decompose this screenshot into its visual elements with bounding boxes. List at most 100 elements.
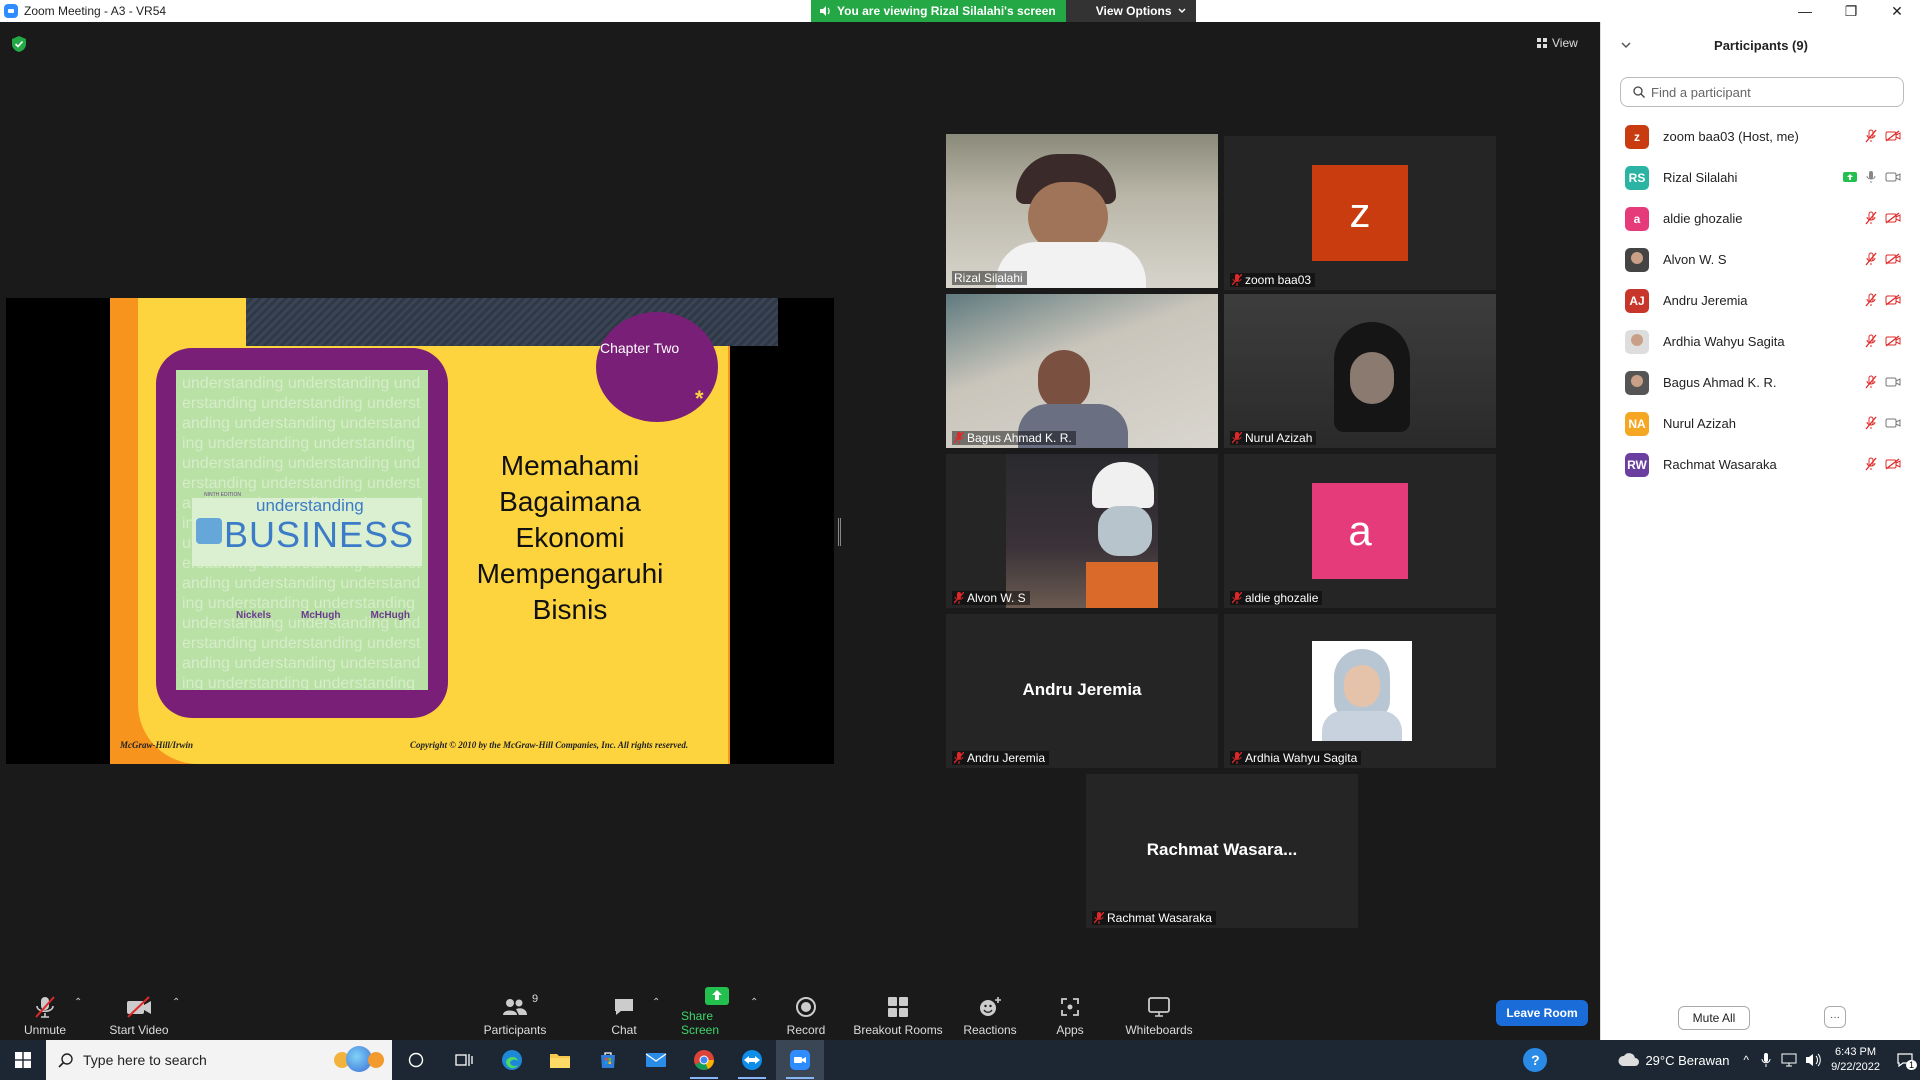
more-options-button[interactable]: ··· (1824, 1006, 1846, 1028)
volume-icon[interactable] (1805, 1053, 1821, 1067)
tile-name-label: Rachmat Wasaraka (1092, 911, 1216, 925)
mic-muted-icon[interactable] (1865, 416, 1877, 430)
chevron-up-icon[interactable]: ^ (1743, 1053, 1749, 1067)
mic-muted-icon[interactable] (1865, 457, 1877, 471)
video-tile[interactable]: a aldie ghozalie (1224, 454, 1496, 608)
panel-footer: Mute All ··· (1601, 1000, 1920, 1040)
minimize-button[interactable]: — (1782, 0, 1828, 22)
mic-muted-icon[interactable] (1865, 211, 1877, 225)
security-shield-icon[interactable] (12, 36, 26, 52)
weather-text[interactable]: 29°C Berawan (1645, 1053, 1729, 1068)
file-explorer-icon[interactable] (536, 1040, 584, 1080)
video-tile[interactable]: Andru Jeremia Andru Jeremia (946, 614, 1218, 768)
help-icon[interactable]: ? (1523, 1048, 1548, 1072)
mic-muted-icon[interactable] (1865, 293, 1877, 307)
window-title: Zoom Meeting - A3 - VR54 (24, 4, 167, 18)
edge-browser-icon[interactable] (488, 1040, 536, 1080)
video-icon[interactable] (1885, 376, 1901, 388)
mic-muted-icon[interactable] (1865, 252, 1877, 266)
network-icon[interactable] (1781, 1053, 1797, 1067)
video-tile[interactable]: Rachmat Wasara... Rachmat Wasaraka (1086, 774, 1358, 928)
unmute-button[interactable]: Unmute (22, 991, 68, 1037)
participant-row[interactable]: a aldie ghozalie (1601, 198, 1920, 239)
mic-muted-icon[interactable] (1865, 375, 1877, 389)
book-authors: Nickels McHugh McHugh (236, 610, 410, 621)
widgets-icon[interactable] (440, 1040, 488, 1080)
participant-row[interactable]: z zoom baa03 (Host, me) (1601, 116, 1920, 157)
participant-avatar: AJ (1625, 288, 1649, 313)
mic-muted-icon[interactable] (1865, 334, 1877, 348)
breakout-rooms-button[interactable]: Breakout Rooms (852, 991, 944, 1037)
chrome-icon[interactable] (680, 1040, 728, 1080)
audio-options-caret[interactable]: ⌃ (74, 997, 82, 1008)
reactions-icon (980, 997, 1001, 1016)
apps-button[interactable]: Apps (1054, 991, 1086, 1037)
video-off-icon[interactable] (1885, 212, 1901, 224)
video-icon[interactable] (1885, 417, 1901, 429)
participant-row[interactable]: Alvon W. S (1601, 239, 1920, 280)
participant-row[interactable]: RS Rizal Silalahi (1601, 157, 1920, 198)
microphone-tray-icon[interactable] (1761, 1052, 1771, 1068)
participant-video (946, 294, 1218, 448)
participant-status-icons (1865, 293, 1901, 307)
tile-name-label: Alvon W. S (952, 591, 1030, 605)
slide-chapter: Chapter Two (600, 340, 680, 356)
video-off-icon[interactable] (1885, 253, 1901, 265)
microsoft-store-icon[interactable] (584, 1040, 632, 1080)
grid-view-icon (1537, 38, 1547, 48)
book-author: McHugh (301, 610, 341, 621)
video-options-caret[interactable]: ⌃ (172, 997, 180, 1008)
view-options-button[interactable]: View Options (1065, 0, 1196, 22)
video-icon[interactable] (1885, 171, 1901, 183)
video-off-icon[interactable] (1885, 294, 1901, 306)
reactions-button[interactable]: Reactions (962, 991, 1018, 1037)
close-button[interactable]: ✕ (1874, 0, 1920, 22)
video-tile[interactable]: Rizal Silalahi (946, 134, 1218, 288)
split-divider-handle[interactable] (838, 518, 841, 546)
video-tile[interactable]: Ardhia Wahyu Sagita (1224, 614, 1496, 768)
video-tile[interactable]: Nurul Azizah (1224, 294, 1496, 448)
leave-room-button[interactable]: Leave Room (1496, 1000, 1588, 1026)
start-video-button[interactable]: Start Video (106, 991, 172, 1037)
teamviewer-icon[interactable] (728, 1040, 776, 1080)
video-tile[interactable]: Alvon W. S (946, 454, 1218, 608)
participant-row[interactable]: Ardhia Wahyu Sagita (1601, 321, 1920, 362)
participant-row[interactable]: NA Nurul Azizah (1601, 403, 1920, 444)
participant-row[interactable]: RW Rachmat Wasaraka (1601, 444, 1920, 485)
participants-count: 9 (532, 993, 539, 1005)
mail-icon[interactable] (632, 1040, 680, 1080)
task-view-icon[interactable] (392, 1040, 440, 1080)
participant-row[interactable]: AJ Andru Jeremia (1601, 280, 1920, 321)
view-button[interactable]: View (1537, 32, 1578, 54)
clock[interactable]: 6:43 PM 9/22/2022 (1831, 1045, 1880, 1075)
participants-button[interactable]: 9 Participants (480, 991, 550, 1037)
chat-button[interactable]: Chat (608, 991, 640, 1037)
slide-heading: Memahami Bagaimana Ekonomi Mempengaruhi … (476, 450, 664, 625)
chat-options-caret[interactable]: ⌃ (652, 997, 660, 1008)
whiteboards-button[interactable]: Whiteboards (1124, 991, 1194, 1037)
cloud-weather-icon (1618, 1053, 1640, 1066)
video-tile[interactable]: z zoom baa03 (1224, 136, 1496, 290)
start-button[interactable] (0, 1040, 46, 1080)
mute-all-button[interactable]: Mute All (1678, 1006, 1750, 1030)
video-tile[interactable]: Bagus Ahmad K. R. (946, 294, 1218, 448)
video-off-icon[interactable] (1885, 458, 1901, 470)
video-off-icon[interactable] (1885, 130, 1901, 142)
record-button[interactable]: Record (786, 991, 826, 1037)
taskbar-search[interactable]: Type here to search (46, 1040, 392, 1080)
participant-search-input[interactable] (1651, 84, 1891, 100)
participant-status-icons (1865, 457, 1901, 471)
zoom-taskbar-icon[interactable] (776, 1040, 824, 1080)
share-options-caret[interactable]: ⌃ (750, 997, 758, 1008)
book-title: BUSINESS (224, 514, 415, 555)
participant-search[interactable] (1620, 77, 1904, 107)
share-screen-button[interactable]: Share Screen (681, 987, 753, 1037)
video-off-icon[interactable] (1885, 335, 1901, 347)
mic-muted-icon[interactable] (1865, 129, 1877, 143)
participant-name: zoom baa03 (Host, me) (1663, 129, 1799, 144)
participant-row[interactable]: Bagus Ahmad K. R. (1601, 362, 1920, 403)
restore-button[interactable]: ❐ (1828, 0, 1874, 22)
participant-avatar (1625, 247, 1649, 272)
mic-icon[interactable] (1865, 170, 1877, 184)
notification-center-icon[interactable]: 1 (1890, 1040, 1920, 1080)
